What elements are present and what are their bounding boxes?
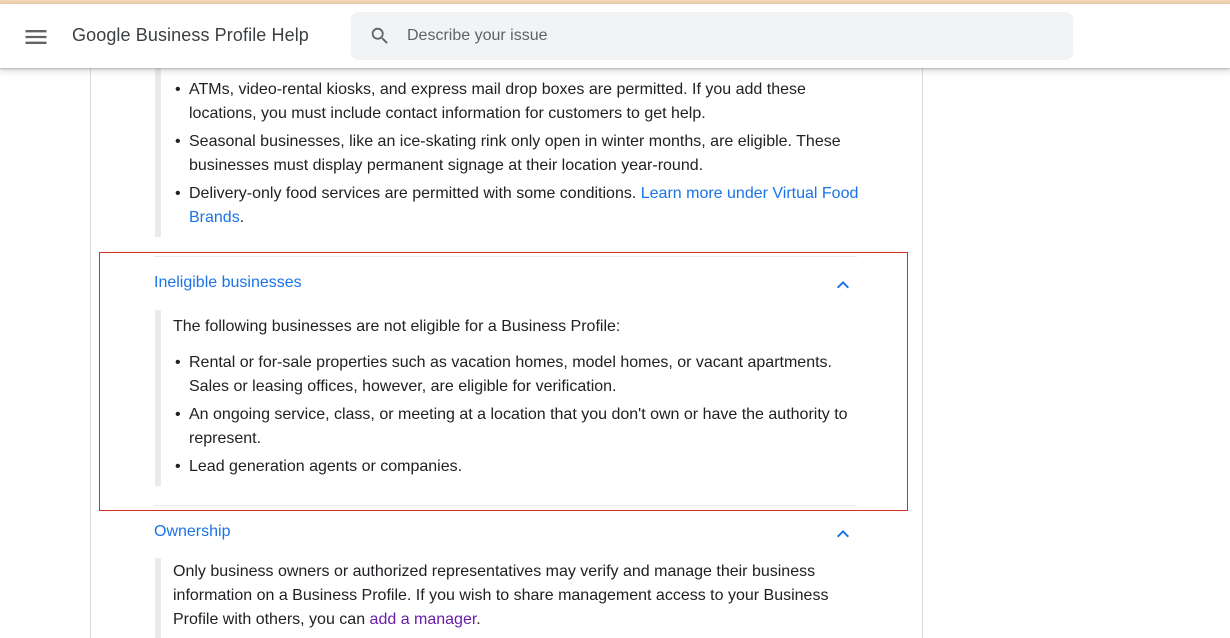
ineligible-bullet-list: Rental or for-sale properties such as va… — [155, 351, 875, 483]
help-center-header: Google Business Profile Help — [0, 4, 1230, 68]
search-input[interactable] — [407, 12, 1047, 60]
search-box[interactable] — [351, 12, 1073, 60]
add-a-manager-link[interactable]: add a manager — [370, 611, 477, 628]
list-item: Delivery-only food services are permitte… — [155, 182, 875, 230]
article-content: ATMs, video-rental kiosks, and express m… — [90, 68, 923, 638]
hamburger-menu-icon[interactable] — [22, 23, 50, 51]
ownership-trailing: . — [476, 611, 481, 628]
ineligible-businesses-toggle[interactable]: Ineligible businesses — [154, 274, 302, 292]
ownership-toggle[interactable]: Ownership — [154, 523, 230, 541]
search-icon[interactable] — [369, 25, 391, 47]
eligible-bullet-list: ATMs, video-rental kiosks, and express m… — [155, 78, 875, 234]
list-item: An ongoing service, class, or meeting at… — [155, 403, 875, 451]
list-item: ATMs, video-rental kiosks, and express m… — [155, 78, 875, 126]
ownership-quote-bar — [155, 558, 161, 638]
list-item: Seasonal businesses, like an ice-skating… — [155, 130, 875, 178]
chevron-up-icon[interactable] — [831, 273, 855, 297]
ownership-text: Only business owners or authorized repre… — [173, 563, 829, 628]
app-title[interactable]: Google Business Profile Help — [72, 25, 309, 46]
section-divider — [154, 256, 857, 257]
chevron-up-icon[interactable] — [831, 522, 855, 546]
list-item: Lead generation agents or companies. — [155, 455, 875, 479]
ownership-paragraph: Only business owners or authorized repre… — [173, 560, 853, 632]
section-divider — [154, 505, 857, 506]
list-item: Rental or for-sale properties such as va… — [155, 351, 875, 399]
ineligible-intro: The following businesses are not eligibl… — [173, 318, 621, 335]
list-item-text: Delivery-only food services are permitte… — [189, 185, 641, 202]
list-item-trailing: . — [239, 209, 245, 226]
